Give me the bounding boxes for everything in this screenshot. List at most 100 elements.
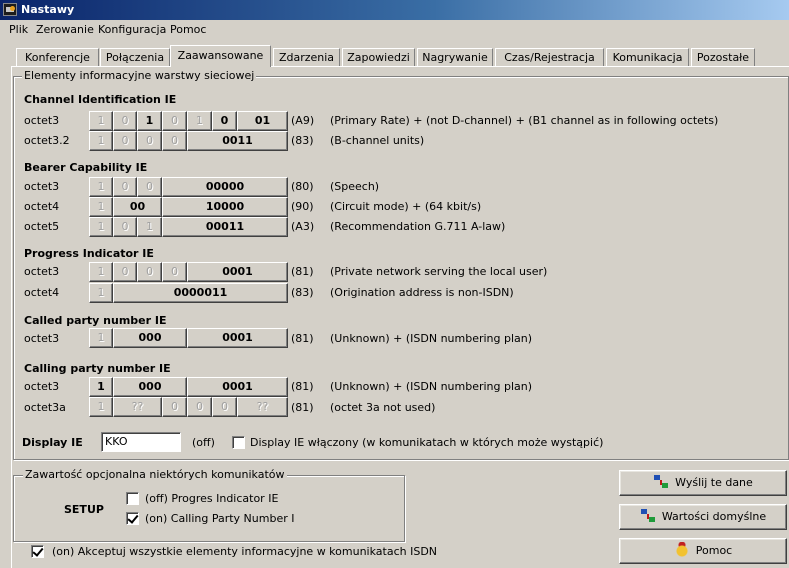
bit-button[interactable]: 0 (162, 262, 187, 282)
calling-party-checkbox[interactable] (126, 512, 139, 525)
bit-button[interactable]: 1 (89, 177, 113, 197)
bit-button[interactable]: 0 (162, 131, 187, 151)
hex-code: (83) (291, 134, 314, 147)
tab-polaczenia[interactable]: Połączenia (100, 48, 170, 67)
tab-czas-rejestracja[interactable]: Czas/Rejestracja (495, 48, 604, 67)
send-data-button[interactable]: Wyślij te dane (619, 470, 787, 496)
section-title: Called party number IE (24, 314, 167, 327)
bit-button[interactable]: 0000011 (113, 283, 288, 303)
tab-pozostale[interactable]: Pozostałe (691, 48, 755, 67)
menu-konfiguracja[interactable]: Konfiguracja (97, 23, 167, 36)
defaults-button[interactable]: Wartości domyślne (619, 504, 787, 530)
accept-all-checkbox[interactable] (31, 545, 44, 558)
tab-komunikacja[interactable]: Komunikacja (606, 48, 689, 67)
description: (Origination address is non-ISDN) (330, 286, 514, 299)
setup-label: SETUP (64, 503, 104, 516)
bit-button[interactable]: 1 (187, 111, 212, 131)
help-label: Pomoc (695, 544, 733, 557)
bit-button[interactable]: 0 (113, 262, 137, 282)
tab-bar: Konferencje Połączenia Zaawansowane Zdar… (13, 45, 773, 67)
app-icon (3, 3, 17, 16)
bit-button[interactable]: 0 (113, 131, 137, 151)
bit-button[interactable]: 1 (137, 217, 162, 237)
tab-konferencje[interactable]: Konferencje (16, 48, 99, 67)
tab-zaawansowane[interactable]: Zaawansowane (170, 45, 271, 67)
octet-label: octet3 (24, 265, 60, 278)
progress-indicator-label[interactable]: (off) Progres Indicator IE (145, 492, 278, 505)
menu-plik[interactable]: Plik (8, 23, 29, 36)
menu-pomoc[interactable]: Pomoc (169, 23, 207, 36)
bit-button[interactable]: 1 (89, 131, 113, 151)
bit-button[interactable]: 00000 (162, 177, 288, 197)
display-ie-input[interactable]: KKO (101, 432, 181, 452)
bit-button[interactable]: 0 (212, 397, 237, 417)
bit-button[interactable]: 0001 (187, 328, 288, 348)
bit-button[interactable]: 1 (137, 111, 162, 131)
bit-button[interactable]: 1 (89, 111, 113, 131)
bit-button[interactable]: 0 (162, 397, 187, 417)
octet-label: octet4 (24, 286, 60, 299)
bit-button[interactable]: 0001 (187, 377, 288, 397)
octet-label: octet3 (24, 332, 60, 345)
bit-button[interactable]: ?? (113, 397, 162, 417)
bit-button[interactable]: 1 (89, 197, 113, 217)
octet-label: octet3a (24, 401, 66, 414)
bit-button[interactable]: 0011 (187, 131, 288, 151)
bit-button[interactable]: 000 (113, 377, 187, 397)
hex-code: (90) (291, 200, 314, 213)
optional-group-title: Zawartość opcjonalna niektórych komunika… (23, 468, 287, 481)
bit-button[interactable]: 0 (113, 111, 137, 131)
section-title: Calling party number IE (24, 362, 171, 375)
ie-group-title: Elementy informacyjne warstwy sieciowej (22, 69, 257, 82)
bit-button[interactable]: 0 (162, 111, 187, 131)
window-title: Nastawy (21, 3, 75, 16)
octet-label: octet3 (24, 114, 60, 127)
progress-indicator-checkbox[interactable] (126, 492, 139, 505)
bit-button[interactable]: 0 (137, 177, 162, 197)
bit-button[interactable]: 1 (89, 328, 113, 348)
section-title: Progress Indicator IE (24, 247, 154, 260)
bit-button[interactable]: 1 (89, 217, 113, 237)
octet-label: octet4 (24, 200, 60, 213)
display-ie-status: (off) (192, 436, 215, 449)
bit-button[interactable]: 1 (89, 377, 113, 397)
hex-code: (A9) (291, 114, 315, 127)
tab-zdarzenia[interactable]: Zdarzenia (273, 48, 340, 67)
bit-button[interactable]: 1 (89, 283, 113, 303)
help-button[interactable]: Pomoc (619, 538, 787, 564)
bit-button[interactable]: 0 (187, 397, 212, 417)
menu-zerowanie[interactable]: Zerowanie (35, 23, 95, 36)
bit-button[interactable]: 0 (113, 217, 137, 237)
description: (B-channel units) (330, 134, 425, 147)
calling-party-label[interactable]: (on) Calling Party Number I (145, 512, 294, 525)
network-icon (653, 474, 670, 490)
bit-button[interactable]: 0001 (187, 262, 288, 282)
tab-zapowiedzi[interactable]: Zapowiedzi (342, 48, 415, 67)
description: (Unknown) + (ISDN numbering plan) (330, 380, 533, 393)
bit-button[interactable]: 000 (113, 328, 187, 348)
bit-button[interactable]: ?? (237, 397, 288, 417)
hex-code: (A3) (291, 220, 315, 233)
defaults-label: Wartości domyślne (661, 510, 767, 523)
description: (octet 3a not used) (330, 401, 436, 414)
bit-button[interactable]: 0 (212, 111, 237, 131)
bit-button[interactable]: 0 (113, 177, 137, 197)
bit-button[interactable]: 0 (137, 131, 162, 151)
bit-button[interactable]: 01 (237, 111, 288, 131)
hex-code: (81) (291, 380, 314, 393)
display-ie-label: Display IE (22, 436, 83, 449)
tab-nagrywanie[interactable]: Nagrywanie (417, 48, 493, 67)
octet-label: octet5 (24, 220, 60, 233)
description: (Recommendation G.711 A-law) (330, 220, 506, 233)
accept-all-label[interactable]: (on) Akceptuj wszystkie elementy informa… (52, 545, 437, 558)
bit-button[interactable]: 10000 (162, 197, 288, 217)
bit-button[interactable]: 00011 (162, 217, 288, 237)
display-ie-checkbox-label[interactable]: Display IE włączony (w komunikatach w kt… (250, 436, 603, 449)
bit-button[interactable]: 0 (137, 262, 162, 282)
hex-code: (81) (291, 265, 314, 278)
bit-button[interactable]: 1 (89, 262, 113, 282)
bit-button[interactable]: 1 (89, 397, 113, 417)
display-ie-checkbox[interactable] (232, 436, 245, 449)
bit-button[interactable]: 00 (113, 197, 162, 217)
title-bar: Nastawy (0, 0, 789, 20)
